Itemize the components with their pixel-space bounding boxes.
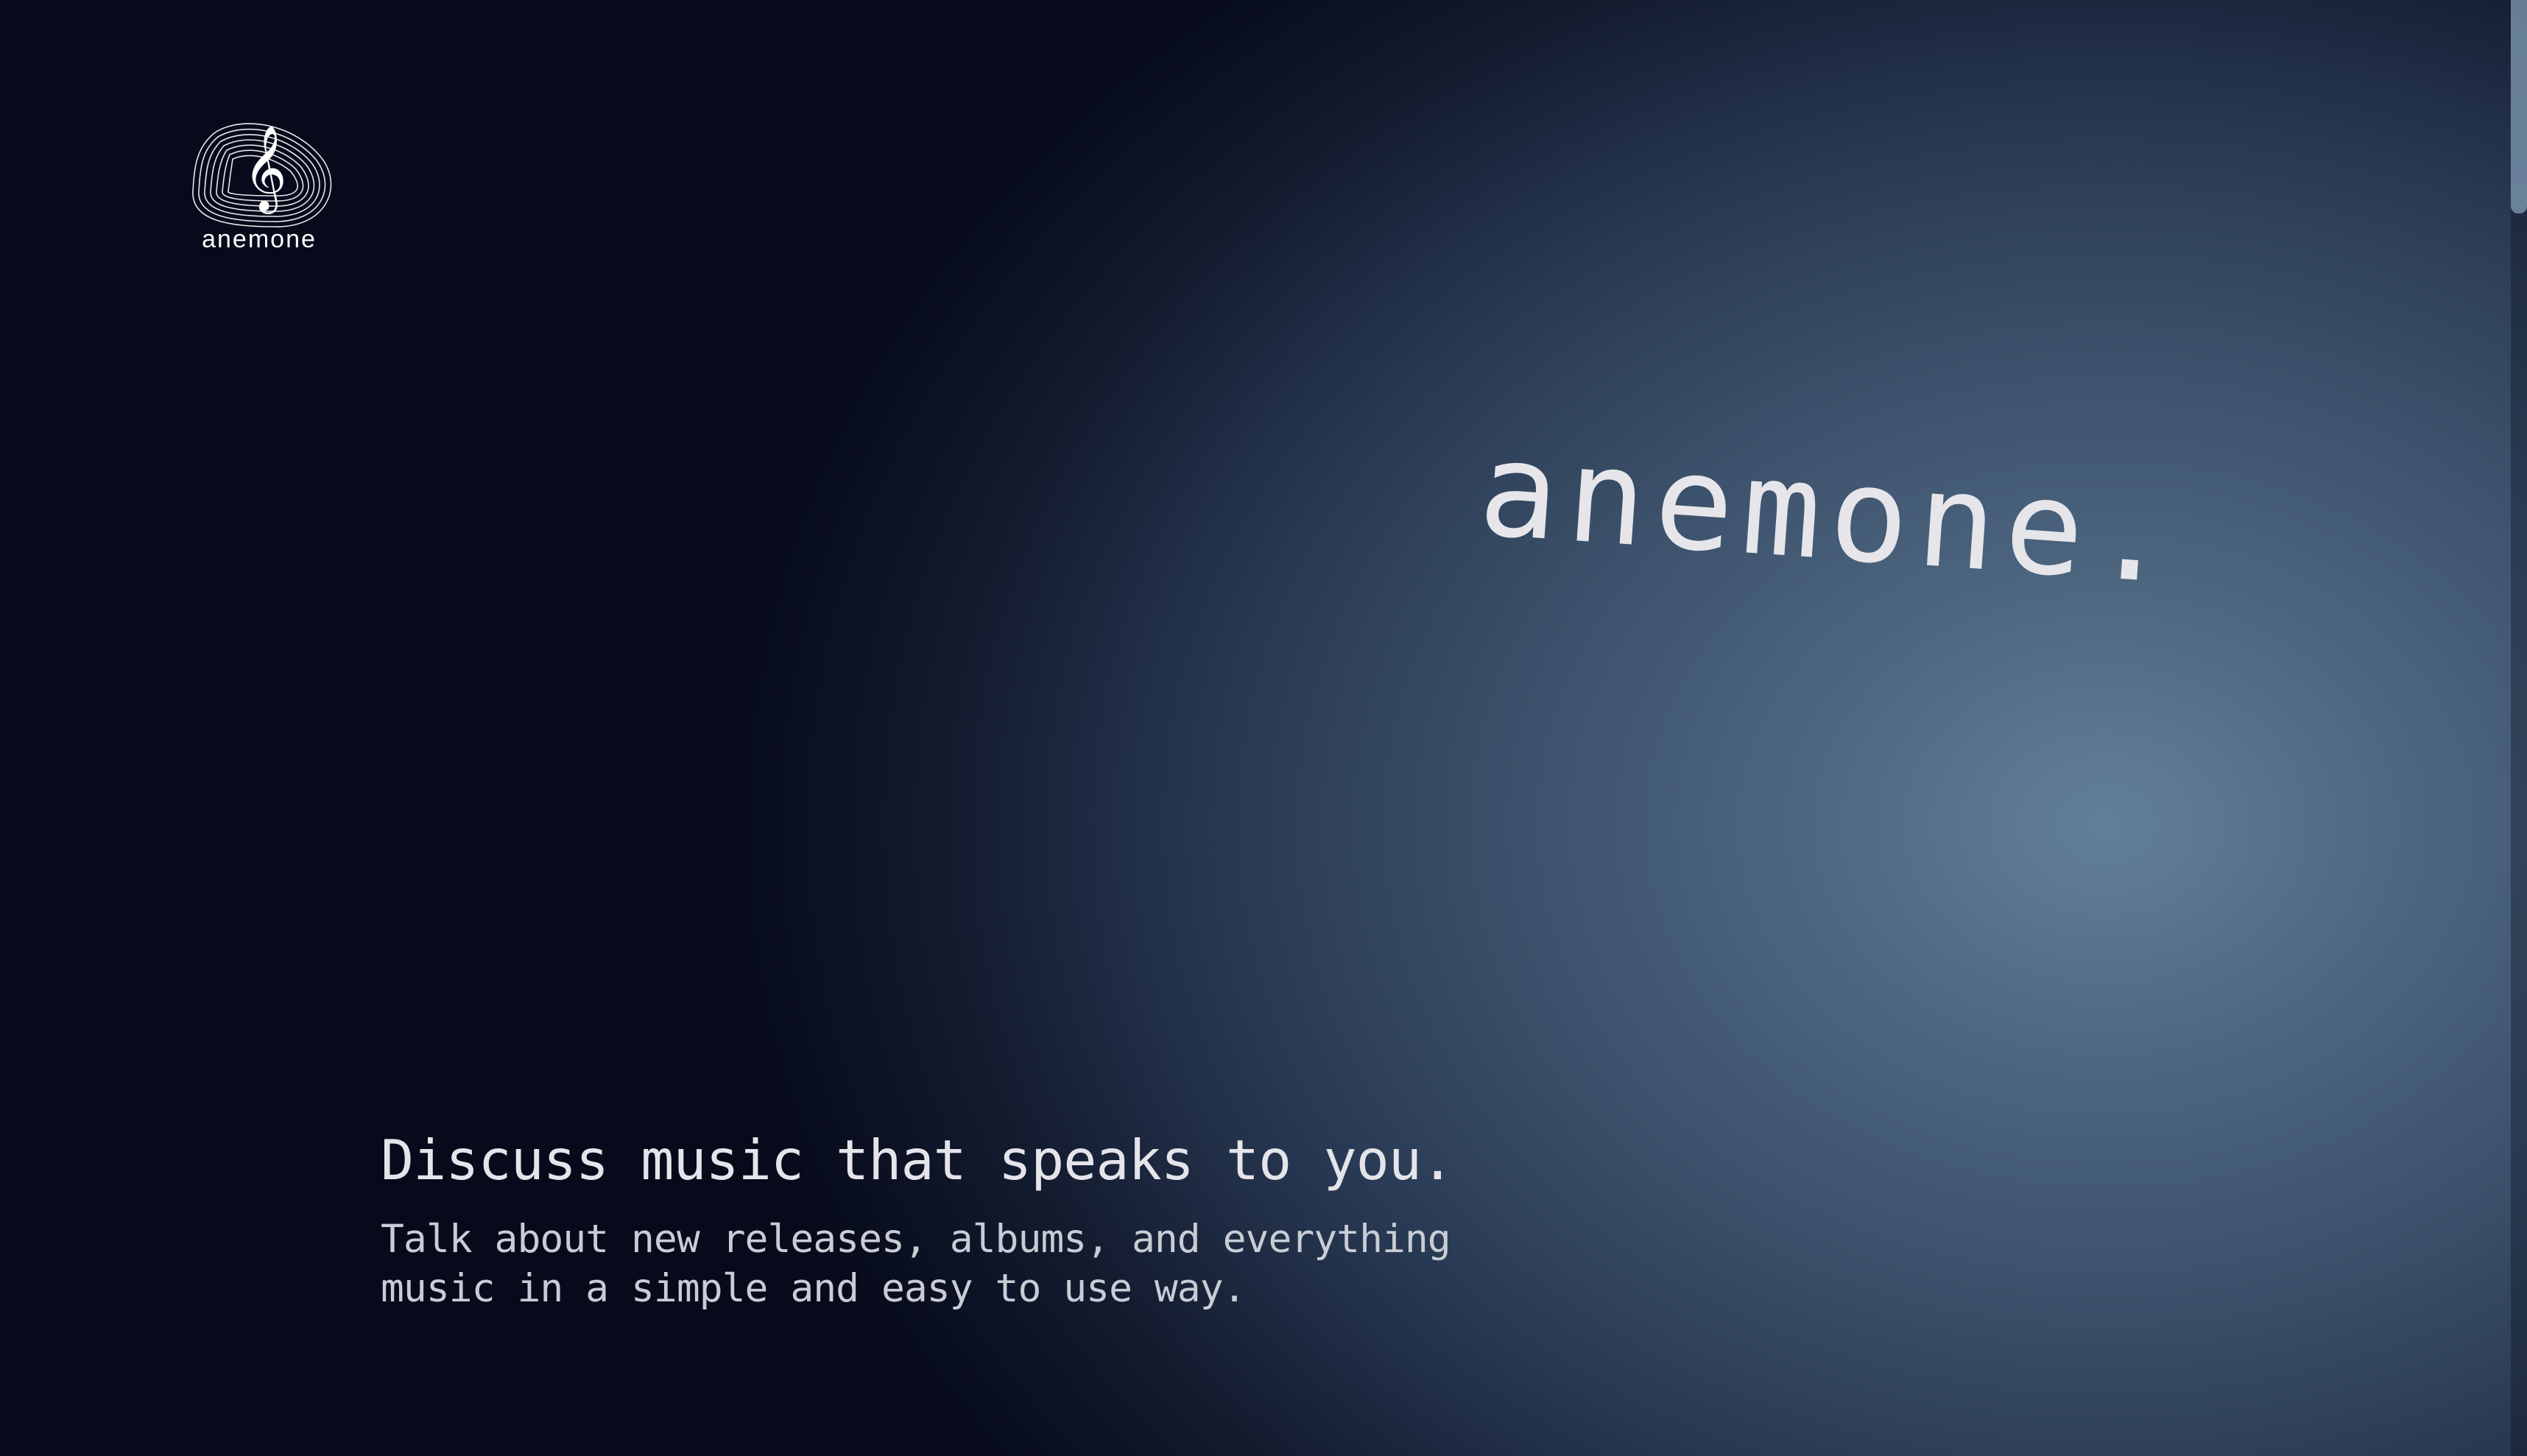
scrollbar-thumb[interactable] [2511, 0, 2527, 213]
hero-brand-title: anemone. [1474, 412, 2186, 614]
vertical-scrollbar[interactable] [2511, 0, 2527, 1456]
treble-clef-icon: 𝄞 [243, 124, 287, 211]
subheadline: Talk about new releases, albums, and eve… [381, 1215, 1529, 1313]
anemone-logo[interactable]: 𝄞 anemone [186, 118, 340, 258]
logo-text: anemone [202, 225, 317, 253]
headline: Discuss music that speaks to you. [381, 1128, 1454, 1192]
subheadline-line-1: Talk about new releases, albums, and eve… [381, 1217, 1451, 1262]
subheadline-line-2: music in a simple and easy to use way. [381, 1266, 1247, 1311]
